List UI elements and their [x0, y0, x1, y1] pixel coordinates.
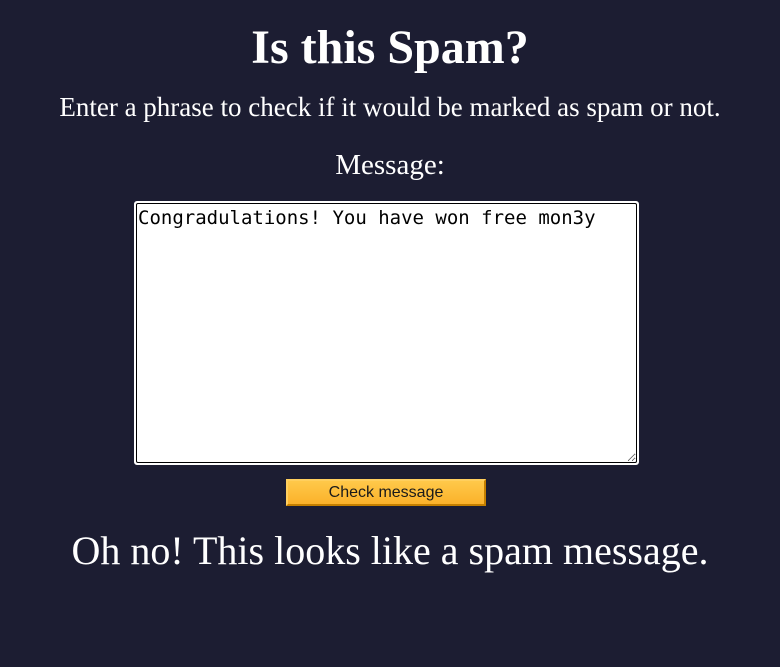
message-input[interactable]: Congradulations! You have won free mon3y	[136, 203, 637, 463]
message-box: Congradulations! You have won free mon3y	[134, 201, 639, 465]
page-title: Is this Spam?	[251, 21, 529, 74]
page-subtitle: Enter a phrase to check if it would be m…	[59, 92, 721, 122]
message-label: Message:	[335, 149, 445, 181]
spam-checker-page: Is this Spam? Enter a phrase to check if…	[0, 0, 780, 667]
result-message: Oh no! This looks like a spam message.	[71, 528, 709, 573]
check-message-button[interactable]: Check message	[286, 479, 486, 506]
